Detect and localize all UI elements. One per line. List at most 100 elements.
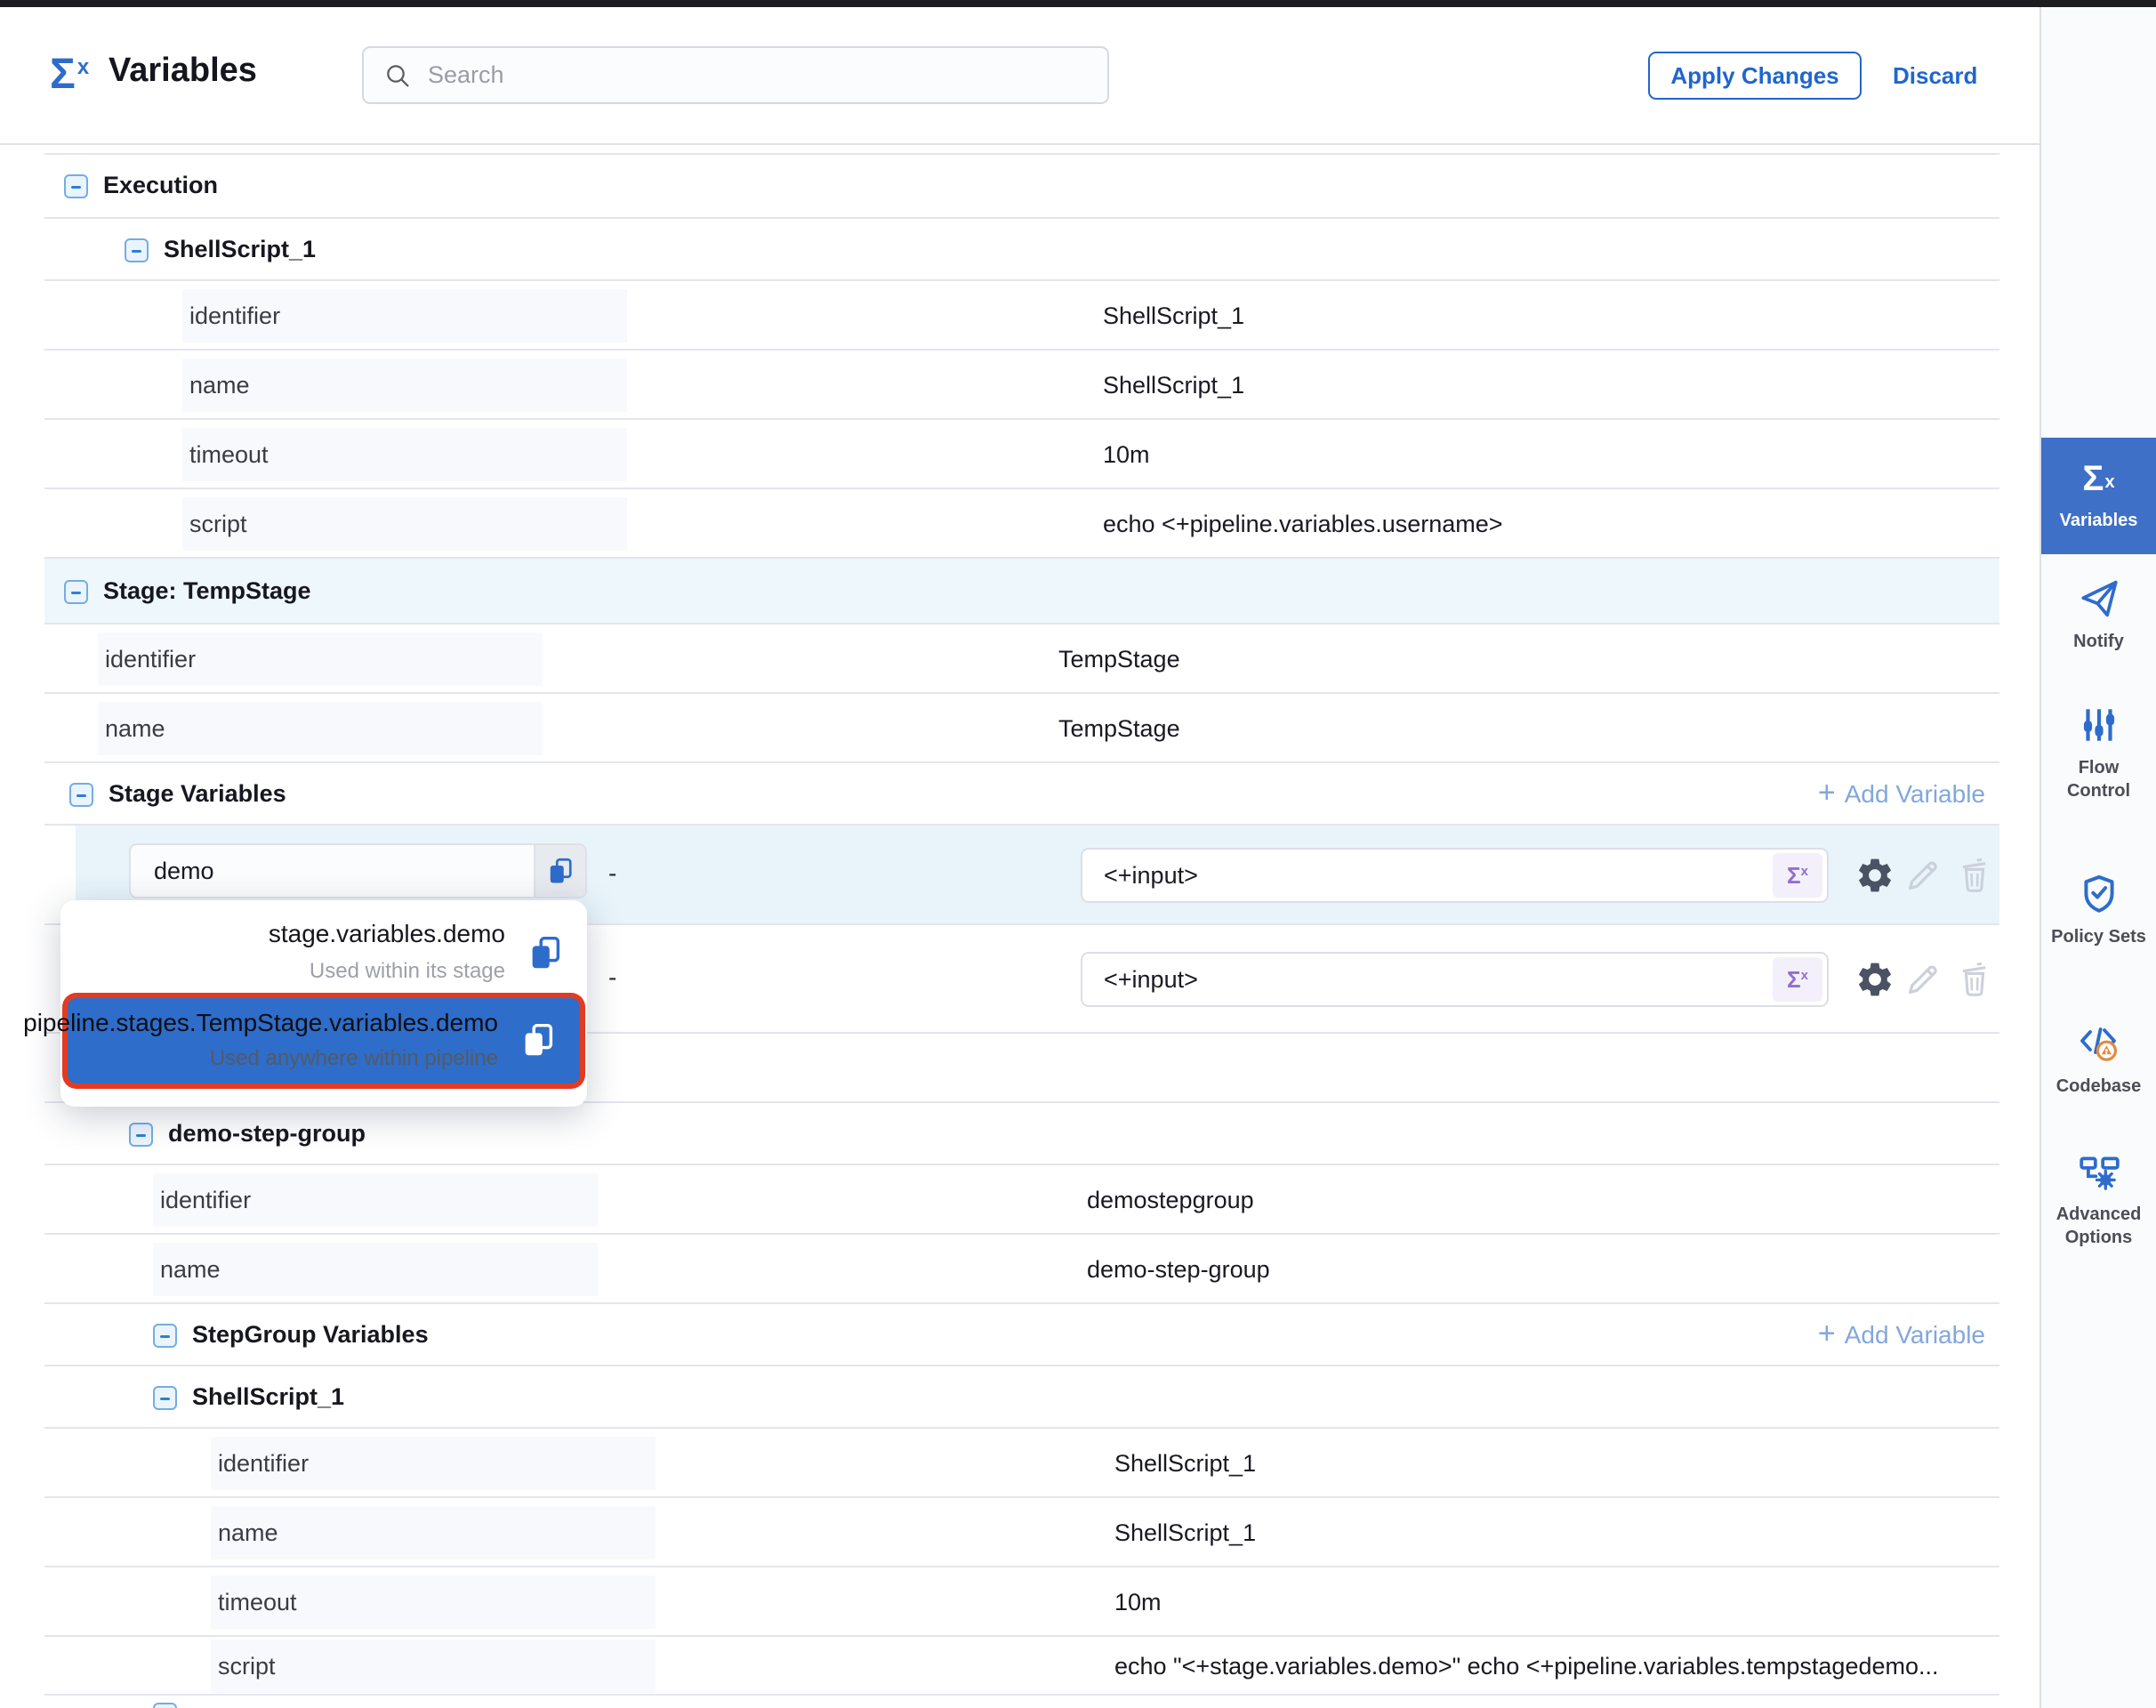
value-text-input[interactable] [1082,861,1705,890]
usage-option-pipeline-scope[interactable]: pipeline.stages.TempStage.variables.demo… [68,998,580,1084]
field-value: demostepgroup [1087,1187,1254,1214]
tree-section-row: demo-step-group [0,1103,2039,1165]
field-label: name [182,359,627,412]
field-label: script [182,497,627,551]
shield-check-icon [2077,872,2121,916]
expression-toggle-button[interactable]: Σx [1773,957,1822,1002]
section-label: Stage Variables [109,780,286,808]
variable-value-input[interactable]: Σx [1081,848,1829,903]
section-label: demo-step-group [168,1120,366,1148]
field-label: identifier [211,1437,656,1490]
trash-icon [1954,855,1995,896]
value-text-input[interactable] [1082,965,1705,995]
copy-button[interactable] [534,845,585,897]
collapse-icon[interactable] [64,580,88,604]
paper-plane-icon [2077,576,2121,621]
field-value: ShellScript_1 [1114,1519,1256,1547]
stage-row-highlight [44,559,1999,624]
field-label: name [211,1506,656,1559]
empty-description-value: - [608,963,616,992]
field-row: script echo <+pipeline.variables.username… [0,489,2039,559]
copy-icon[interactable] [518,1019,559,1060]
window-top-bar [0,0,2156,7]
section-label: Execution [103,172,218,199]
collapse-icon[interactable] [64,174,88,198]
search-input[interactable] [426,60,1066,90]
collapse-icon[interactable] [125,238,149,262]
collapse-icon[interactable] [153,1386,177,1410]
edit-button[interactable] [1902,958,1944,1001]
collapse-icon[interactable] [129,1123,153,1147]
sigma-icon: Σx [2082,461,2114,500]
field-label: timeout [182,428,627,481]
variable-usage-popup: stage.variables.demo Used within its sta… [60,900,587,1107]
add-variable-label: Add Variable [1845,780,1985,809]
field-row: identifierTempStage [0,624,2039,694]
field-row: nameShellScript_1 [0,350,2039,420]
sidebar-item-policy-sets[interactable]: Policy Sets [2041,872,2156,948]
table-row [0,1696,2039,1708]
field-row: identifier ShellScript_1 [0,1429,2039,1498]
search-icon [383,61,412,90]
sidebar-item-flow-control[interactable]: Flow Control [2041,703,2156,802]
variable-name-input[interactable]: demo [129,843,587,898]
page-title: Variables [109,52,257,90]
add-variable-button[interactable]: + Add Variable [1818,1319,1985,1351]
field-label: identifier [153,1173,598,1227]
pencil-icon [1903,959,1943,1000]
apply-changes-button[interactable]: Apply Changes [1648,52,1862,100]
section-label: ShellScript_1 [192,1383,344,1411]
variable-value-input[interactable]: Σx [1081,952,1829,1007]
sidebar-item-variables[interactable]: Σx Variables [2041,438,2156,554]
sidebar-item-codebase[interactable]: Codebase [2041,1019,2156,1098]
empty-description-value: - [608,859,616,888]
field-label: identifier [182,289,627,342]
field-row: identifier demostepgroup [0,1165,2039,1235]
field-row: script echo "<+stage.variables.demo>" ech… [0,1637,2039,1696]
delete-button[interactable] [1953,958,1996,1001]
edit-button[interactable] [1902,854,1944,897]
discard-button[interactable]: Discard [1893,52,1977,100]
tree-section-row: ShellScript_1 [0,1366,2039,1429]
add-variable-button[interactable]: +Add Variable [1818,778,1985,810]
tree-section-row: StepGroup Variables + Add Variable [0,1304,2039,1366]
field-value: echo "<+stage.variables.demo>" echo <+pi… [1114,1653,1939,1680]
sidebar-item-advanced-options[interactable]: Advanced Options [2041,1149,2156,1249]
panel-header: Σx Variables Apply Changes Discard [0,7,2039,145]
field-value: echo <+pipeline.variables.username> [1103,511,1503,538]
code-warning-icon [2076,1019,2122,1066]
field-row: timeout10m [0,420,2039,489]
flowchart-gear-icon [2077,1149,2121,1194]
section-label: StepGroup Variables [192,1321,429,1349]
expression-toggle-button[interactable]: Σx [1773,853,1822,898]
collapse-icon[interactable] [153,1703,177,1708]
settings-button[interactable] [1854,958,1896,1001]
field-label: name [98,702,543,755]
field-row: name ShellScript_1 [0,1498,2039,1567]
settings-button[interactable] [1854,854,1896,897]
variable-name-text: demo [131,845,534,897]
search-box[interactable] [362,46,1109,104]
variables-panel-screen: Σx Variables Apply Changes Discard Σx Va… [0,0,2156,1708]
tree-section-row: Stage: TempStage [0,559,2039,624]
field-value: TempStage [1058,646,1180,673]
tree-section-row: ShellScript_1 [0,219,2039,281]
sidebar-item-notify[interactable]: Notify [2041,576,2156,653]
field-value: ShellScript_1 [1114,1450,1256,1478]
right-sidebar: Σx Variables Notify Flow Control Policy … [2039,7,2156,1708]
section-label: ShellScript_1 [164,236,316,263]
field-row: nameTempStage [0,694,2039,763]
field-label: timeout [211,1575,656,1629]
add-variable-label: Add Variable [1845,1321,1985,1349]
field-label: script [211,1640,656,1693]
field-label: name [153,1243,598,1296]
delete-button[interactable] [1953,854,1996,897]
pencil-icon [1903,855,1943,896]
copy-icon[interactable] [525,932,566,973]
usage-option-stage-scope[interactable]: stage.variables.demo Used within its sta… [60,909,587,998]
collapse-icon[interactable] [153,1324,177,1348]
copy-icon [544,855,576,887]
tree-section-row: Stage Variables +Add Variable [0,763,2039,826]
plus-icon: + [1818,1317,1836,1351]
collapse-icon[interactable] [69,783,93,807]
